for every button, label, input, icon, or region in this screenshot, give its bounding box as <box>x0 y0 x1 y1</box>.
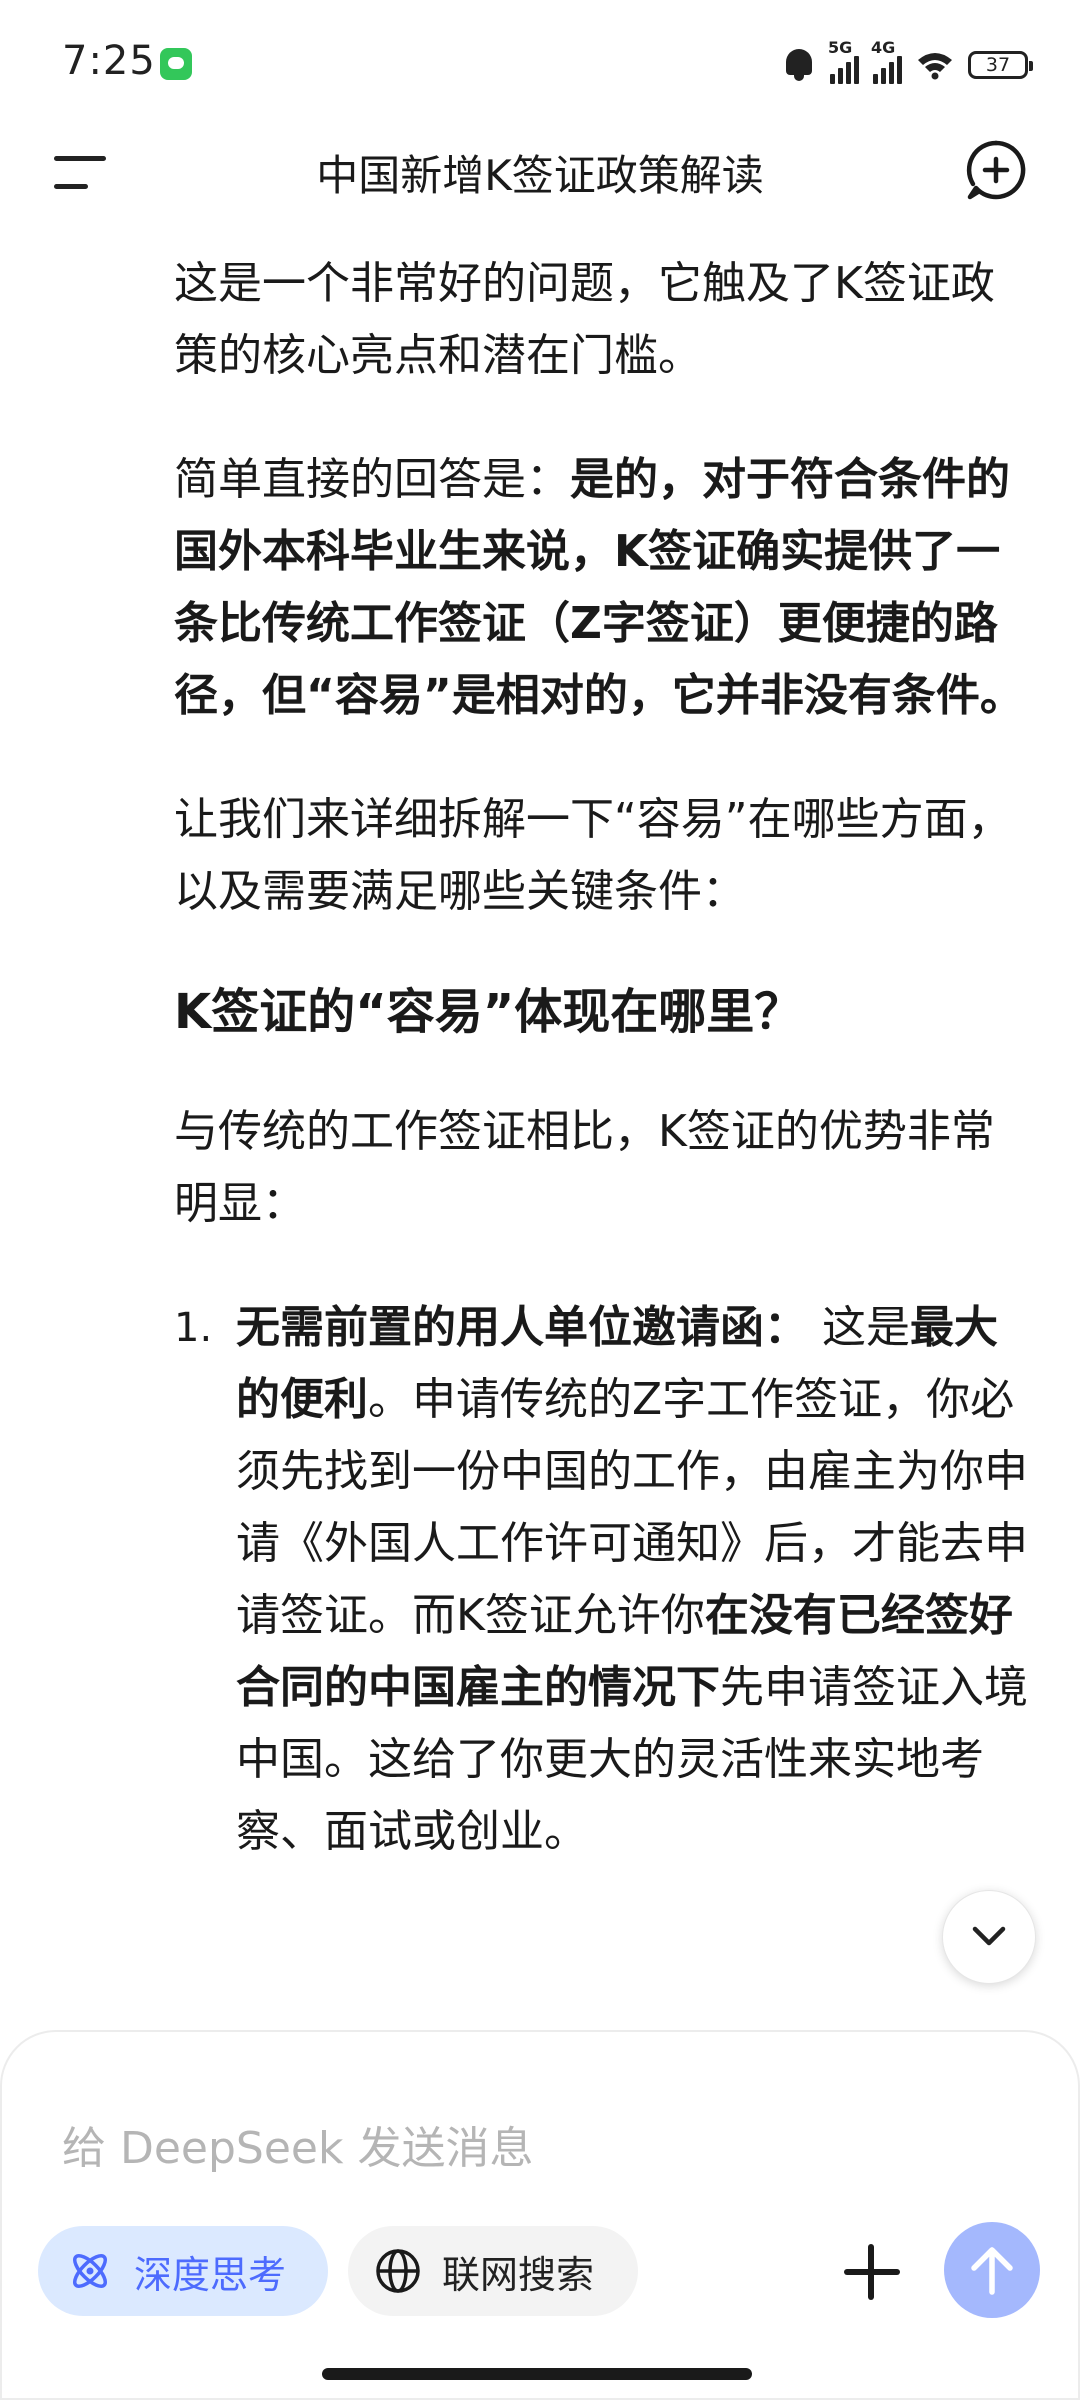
new-chat-icon[interactable] <box>964 138 1028 202</box>
signal-4g-label: 4G <box>871 38 896 57</box>
atom-icon <box>73 2254 107 2288</box>
section-heading: K签证的“容易”体现在哪里？ <box>174 984 803 1040</box>
add-attachment-button[interactable] <box>840 2240 904 2304</box>
signal-5g-icon: 5G <box>828 38 859 84</box>
list-item-bold-title: 无需前置的用人单位邀请函： <box>236 1302 808 1353</box>
status-icons: 5G 4G 37 <box>782 38 1033 90</box>
paragraph-intro: 这是一个非常好的问题，它触及了K签证政策的核心亮点和潜在门槛。 <box>174 258 995 381</box>
answer-lead: 简单直接的回答是： <box>174 454 570 505</box>
list-item-text: 无需前置的用人单位邀请函： 这是最大的便利。申请传统的Z字工作签证，你必须先找到… <box>236 1292 1034 1868</box>
home-indicator[interactable] <box>322 2368 752 2380</box>
screen: 7:25 5G 4G 37 中国新增K签证政策解读 这是一个非常好的问题，它触及… <box>0 0 1080 2400</box>
app-header: 中国新增K签证政策解读 <box>0 130 1080 210</box>
globe-icon <box>376 2249 420 2293</box>
status-bar: 7:25 5G 4G 37 <box>0 0 1080 130</box>
paragraph-advantages: 与传统的工作签证相比，K签证的优势非常明显： <box>174 1106 995 1229</box>
paragraph-answer: 简单直接的回答是：是的，对于符合条件的国外本科毕业生来说，K签证确实提供了一条比… <box>174 444 1034 732</box>
assistant-message: 这是一个非常好的问题，它触及了K签证政策的核心亮点和潜在门槛。 简单直接的回答是… <box>174 248 1034 1868</box>
conversation-title: 中国新增K签证政策解读 <box>316 151 764 200</box>
list-item: 1. 无需前置的用人单位邀请函： 这是最大的便利。申请传统的Z字工作签证，你必须… <box>174 1292 1034 1868</box>
bell-icon <box>782 47 816 83</box>
message-notification-icon <box>160 48 192 80</box>
web-search-toggle[interactable]: 联网搜索 <box>348 2226 638 2316</box>
signal-4g-icon: 4G <box>871 38 902 84</box>
list-item-text-1: 这是 <box>808 1302 910 1353</box>
deep-think-toggle[interactable]: 深度思考 <box>38 2226 328 2316</box>
status-time: 7:25 <box>62 38 156 84</box>
list-item-number: 1. <box>174 1305 213 1351</box>
scroll-to-bottom-button[interactable] <box>942 1890 1036 1984</box>
web-search-label: 联网搜索 <box>442 2252 595 2297</box>
chevron-down-icon <box>972 1926 1006 1946</box>
message-composer: 给 DeepSeek 发送消息 深度思考 联网搜索 <box>0 2030 1080 2400</box>
battery-indicator: 37 <box>968 51 1033 79</box>
paragraph-breakdown: 让我们来详细拆解一下“容易”在哪些方面，以及需要满足哪些关键条件： <box>174 794 1012 917</box>
wifi-icon <box>918 53 952 80</box>
arrow-up-icon <box>971 2247 1013 2295</box>
message-input[interactable]: 给 DeepSeek 发送消息 <box>62 2112 533 2176</box>
deep-think-label: 深度思考 <box>134 2252 287 2297</box>
signal-5g-label: 5G <box>828 38 853 57</box>
send-button[interactable] <box>944 2222 1040 2318</box>
